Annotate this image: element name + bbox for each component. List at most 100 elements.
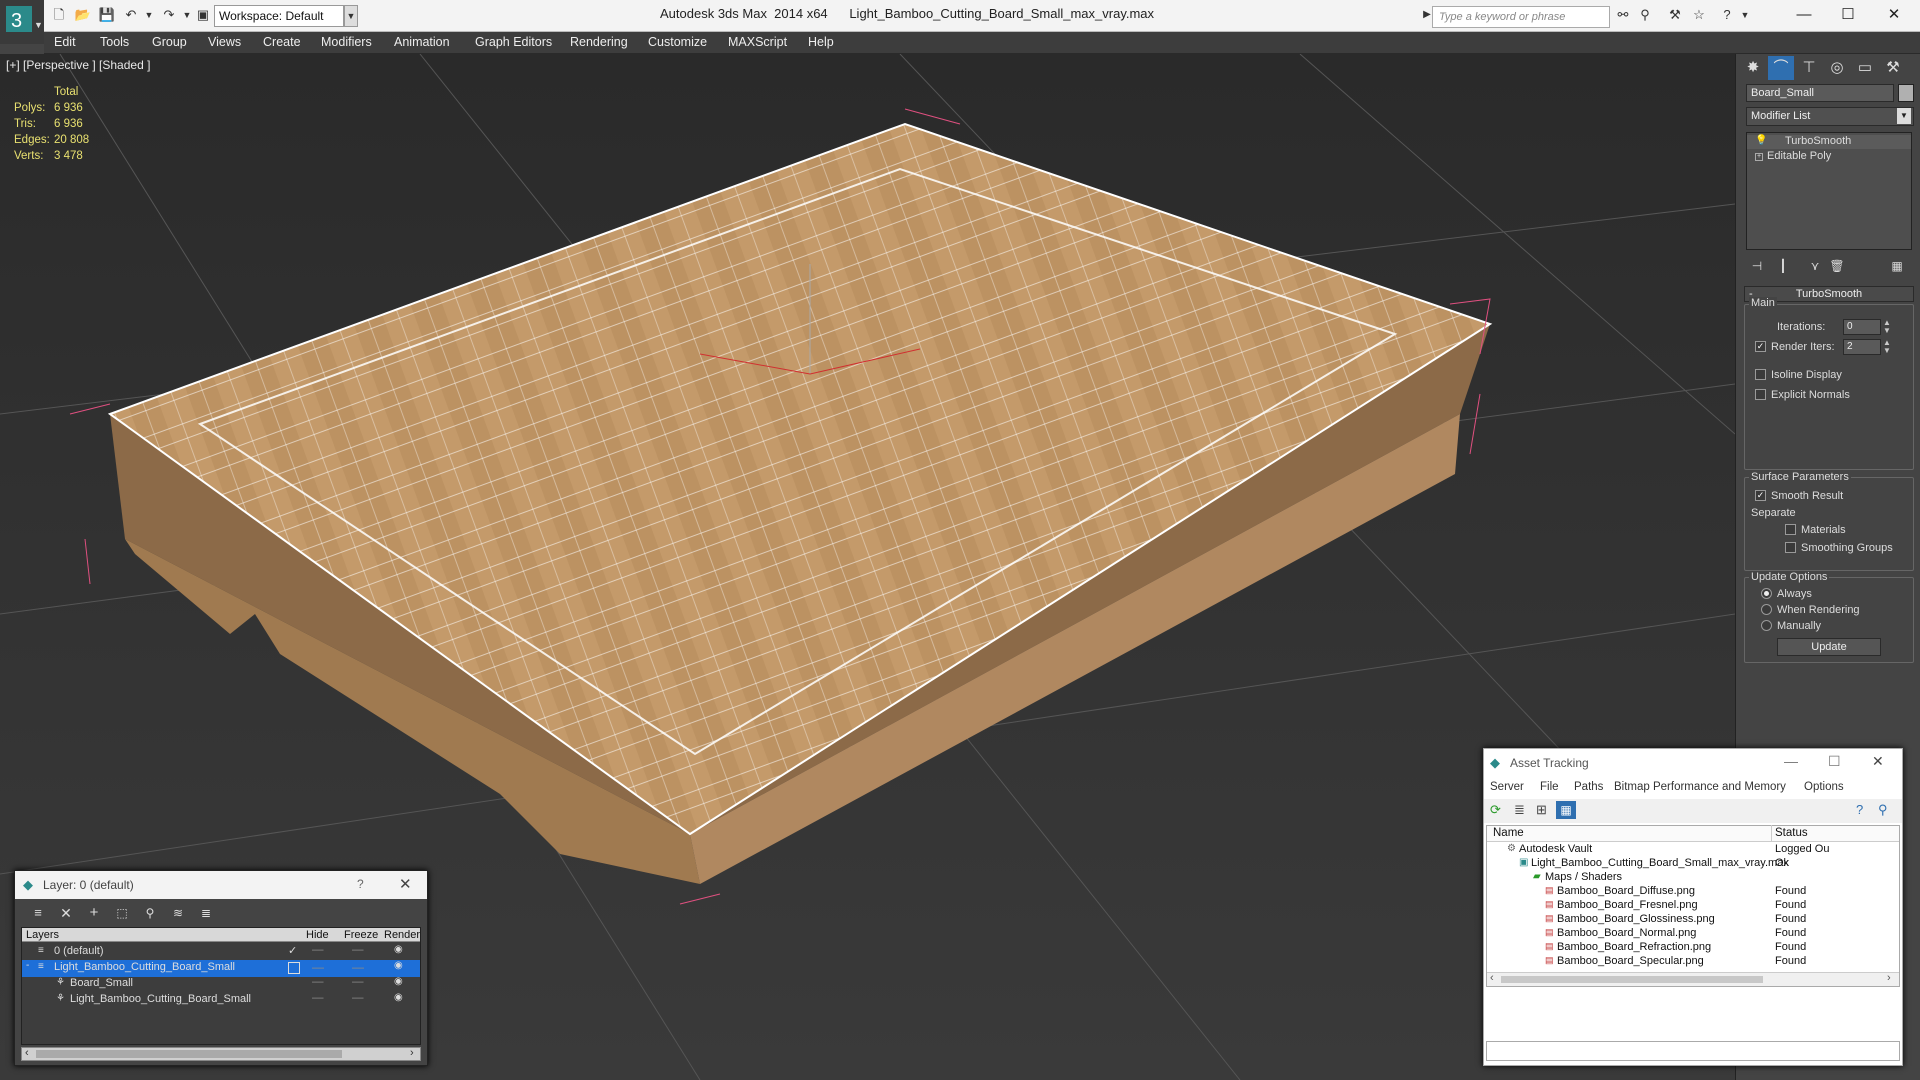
new-file-icon[interactable]: 🗋 xyxy=(50,6,68,24)
asset-window-titlebar[interactable]: ◆ Asset Tracking — ☐ ✕ xyxy=(1484,749,1902,777)
minimize-icon[interactable]: — xyxy=(1784,753,1798,769)
show-end-result-icon[interactable]: ┃ xyxy=(1772,254,1794,278)
hierarchy-tab-icon[interactable]: ⊤ xyxy=(1796,56,1822,80)
separate-materials-checkbox[interactable] xyxy=(1785,524,1796,535)
display-tab-icon[interactable]: ▭ xyxy=(1852,56,1878,80)
undo-icon[interactable]: ↶ xyxy=(122,6,140,24)
modifier-list-select[interactable]: Modifier List ▼ xyxy=(1746,107,1914,126)
column-divider[interactable] xyxy=(1771,825,1772,841)
context-help-icon[interactable]: ⚲ xyxy=(1878,802,1888,818)
list-view-icon[interactable]: ≣ xyxy=(1514,802,1525,818)
layer-list[interactable]: Layers Hide Freeze Render ≡ 0 (default) … xyxy=(21,927,421,1045)
minimize-icon[interactable]: — xyxy=(1782,2,1826,28)
stack-item-turbosmooth[interactable]: 💡 TurboSmooth xyxy=(1747,135,1911,149)
menu-maxscript[interactable]: MAXScript xyxy=(728,35,787,49)
menu-edit[interactable]: Edit xyxy=(54,35,76,49)
asset-row[interactable]: ▣ Light_Bamboo_Cutting_Board_Small_max_v… xyxy=(1487,857,1899,871)
add-to-layer-icon[interactable]: + xyxy=(83,901,105,925)
column-hide[interactable]: Hide xyxy=(306,929,329,941)
open-folder-icon[interactable]: 📂 xyxy=(74,6,92,24)
object-name-input[interactable]: Board_Small xyxy=(1746,84,1894,102)
configure-sets-icon[interactable]: ▦ xyxy=(1886,254,1908,278)
iterations-spinner[interactable]: 0 xyxy=(1843,319,1881,335)
table-view-icon[interactable]: ▦ xyxy=(1556,801,1576,819)
update-always-radio[interactable] xyxy=(1761,588,1772,599)
menu-create[interactable]: Create xyxy=(263,35,301,49)
search-input[interactable]: Type a keyword or phrase xyxy=(1432,6,1610,28)
asset-menu-file[interactable]: File xyxy=(1540,781,1559,793)
utilities-tab-icon[interactable]: ⚒ xyxy=(1880,56,1906,80)
layer-help-button[interactable]: ? xyxy=(357,877,364,891)
hide-toggle-icon[interactable]: — xyxy=(312,976,324,988)
modifier-stack[interactable]: 💡 TurboSmooth + Editable Poly xyxy=(1746,132,1912,250)
expand-icon[interactable]: + xyxy=(1755,153,1763,161)
render-toggle-icon[interactable]: ◉ xyxy=(394,960,403,971)
hide-all-layers-icon[interactable]: ≋ xyxy=(167,901,189,925)
menu-group[interactable]: Group xyxy=(152,35,187,49)
workspace-dropdown-icon[interactable]: ▼ xyxy=(344,5,358,27)
stack-item-editable-poly[interactable]: + Editable Poly xyxy=(1747,150,1911,164)
update-button[interactable]: Update xyxy=(1777,638,1881,656)
asset-row[interactable]: ⚙ Autodesk Vault Logged Ou xyxy=(1487,843,1899,857)
render-toggle-icon[interactable]: ◉ xyxy=(394,976,403,987)
close-icon[interactable]: ✕ xyxy=(1872,753,1884,770)
layer-horizontal-scrollbar[interactable]: ‹ › xyxy=(21,1047,421,1061)
binoculars-icon[interactable]: ⚯ xyxy=(1614,6,1632,24)
asset-menu-bitmap-performance[interactable]: Bitmap Performance and Memory xyxy=(1614,781,1786,793)
remove-modifier-icon[interactable]: 🗑 xyxy=(1826,254,1848,278)
create-tab-icon[interactable]: ✸ xyxy=(1740,56,1766,80)
create-layer-icon[interactable]: ≡ xyxy=(27,901,49,925)
close-icon[interactable]: ✕ xyxy=(399,875,412,893)
separate-smoothing-groups-checkbox[interactable] xyxy=(1785,542,1796,553)
update-when-rendering-radio[interactable] xyxy=(1761,604,1772,615)
favorites-star-icon[interactable]: ☆ xyxy=(1690,6,1708,24)
menu-animation[interactable]: Animation xyxy=(394,35,450,49)
layer-row[interactable]: ≡ 0 (default) ✓ — — ◉ xyxy=(22,944,420,961)
asset-row[interactable]: ▰ Maps / Shaders xyxy=(1487,871,1899,885)
explicit-normals-checkbox[interactable] xyxy=(1755,389,1766,400)
refresh-icon[interactable]: ⟳ xyxy=(1490,802,1501,818)
delete-layer-icon[interactable]: ✕ xyxy=(55,901,77,925)
layer-child-row[interactable]: ⚘ Light_Bamboo_Cutting_Board_Small — — ◉ xyxy=(22,992,420,1009)
current-layer-check-icon[interactable]: ✓ xyxy=(288,944,297,957)
lightbulb-icon[interactable]: 💡 xyxy=(1755,135,1767,146)
app-logo-button[interactable]: 3 ▼ xyxy=(0,0,44,44)
project-folder-icon[interactable]: ▣ xyxy=(194,6,212,24)
asset-row[interactable]: ▤ Bamboo_Board_Normal.png Found xyxy=(1487,927,1899,941)
undo-dropdown-icon[interactable]: ▼ xyxy=(140,6,158,24)
help-dropdown-icon[interactable]: ▼ xyxy=(1736,6,1754,24)
asset-menu-server[interactable]: Server xyxy=(1490,781,1524,793)
maximize-icon[interactable]: ☐ xyxy=(1826,2,1870,28)
make-unique-icon[interactable]: ⋎ xyxy=(1804,254,1826,278)
save-icon[interactable]: 💾 xyxy=(98,6,116,24)
subscription-icon[interactable]: ⚲ xyxy=(1636,6,1654,24)
smooth-result-checkbox[interactable]: ✓ xyxy=(1755,490,1766,501)
layer-child-row[interactable]: ⚘ Board_Small — — ◉ xyxy=(22,976,420,993)
modifier-list-dropdown-icon[interactable]: ▼ xyxy=(1897,108,1911,124)
asset-row[interactable]: ▤ Bamboo_Board_Specular.png Found xyxy=(1487,955,1899,969)
asset-row[interactable]: ▤ Bamboo_Board_Fresnel.png Found xyxy=(1487,899,1899,913)
scroll-thumb[interactable] xyxy=(1501,976,1763,983)
menu-rendering[interactable]: Rendering xyxy=(570,35,628,49)
scroll-left-icon[interactable]: ‹ xyxy=(1490,972,1494,984)
help-icon[interactable]: ? xyxy=(1856,802,1863,817)
motion-tab-icon[interactable]: ◎ xyxy=(1824,56,1850,80)
column-render[interactable]: Render xyxy=(384,929,420,941)
render-iters-spinner-arrows-icon[interactable]: ▲ ▼ xyxy=(1883,339,1891,355)
close-icon[interactable]: ✕ xyxy=(1872,2,1916,28)
hide-toggle-icon[interactable]: — xyxy=(312,960,324,974)
menu-tools[interactable]: Tools xyxy=(100,35,129,49)
freeze-toggle-icon[interactable]: — xyxy=(352,976,364,988)
asset-horizontal-scrollbar[interactable]: ‹ › xyxy=(1487,972,1899,986)
menu-views[interactable]: Views xyxy=(208,35,241,49)
asset-row[interactable]: ▤ Bamboo_Board_Refraction.png Found xyxy=(1487,941,1899,955)
select-in-layer-icon[interactable]: ⬚ xyxy=(111,901,133,925)
viewport-label[interactable]: [+] [Perspective ] [Shaded ] xyxy=(6,58,150,72)
column-status[interactable]: Status xyxy=(1775,827,1808,839)
modify-tab-icon[interactable]: ⌒ xyxy=(1768,56,1794,80)
freeze-toggle-icon[interactable]: — xyxy=(352,944,364,956)
asset-menu-options[interactable]: Options xyxy=(1804,781,1844,793)
column-freeze[interactable]: Freeze xyxy=(344,929,378,941)
layer-window-titlebar[interactable]: ◆ Layer: 0 (default) ? ✕ xyxy=(15,871,427,899)
pin-stack-icon[interactable]: ⊣ xyxy=(1746,254,1768,278)
